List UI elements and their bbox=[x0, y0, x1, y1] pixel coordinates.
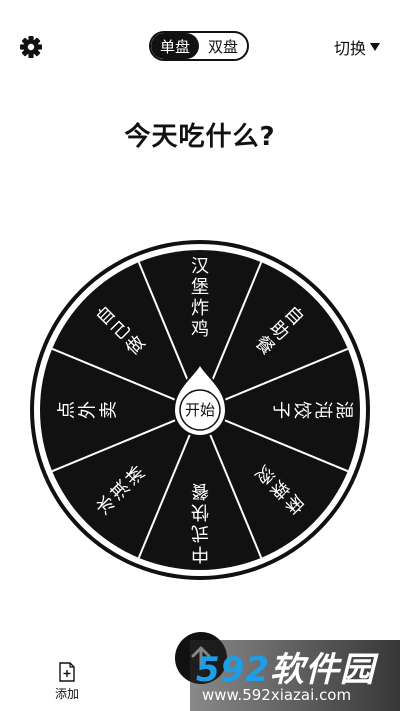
switch-dropdown[interactable]: 切换 bbox=[334, 35, 380, 59]
wheel-graphic: 汉堡炸鸡 自助餐混沌饺子麻辣烫中式快餐冰淇淋点外卖自己做开始 bbox=[30, 240, 370, 580]
add-label: 添加 bbox=[54, 687, 79, 701]
start-label: 开始 bbox=[185, 401, 215, 419]
caret-down-icon bbox=[370, 43, 380, 51]
svg-text:快: 快 bbox=[191, 501, 209, 522]
watermark: 592软件园 www.592xiazai.com bbox=[190, 640, 400, 711]
watermark-brand-number: 592 bbox=[196, 650, 270, 690]
slice-label: 点外卖 bbox=[57, 401, 120, 419]
svg-text:饺: 饺 bbox=[291, 401, 312, 419]
svg-text:外: 外 bbox=[78, 401, 99, 419]
svg-text:中: 中 bbox=[191, 543, 209, 564]
svg-text:鸡: 鸡 bbox=[191, 319, 209, 340]
add-file-icon bbox=[59, 662, 75, 682]
slice-label: 汉堡炸鸡 bbox=[191, 256, 209, 340]
tab-single-wheel[interactable]: 单盘 bbox=[151, 33, 199, 59]
tab-double-wheel[interactable]: 双盘 bbox=[199, 33, 247, 59]
switch-label: 切换 bbox=[333, 39, 366, 58]
watermark-url: www.592xiazai.com bbox=[202, 686, 352, 704]
watermark-brand-text: 软件园 bbox=[269, 650, 375, 690]
svg-text:卖: 卖 bbox=[99, 401, 120, 419]
svg-text:子: 子 bbox=[270, 401, 291, 419]
svg-text:餐: 餐 bbox=[191, 480, 209, 501]
svg-text:点: 点 bbox=[57, 401, 78, 419]
slice-label: 混沌饺子 bbox=[270, 401, 354, 419]
svg-text:混: 混 bbox=[333, 401, 354, 419]
top-bar: 单盘 双盘 切换 bbox=[0, 0, 400, 92]
svg-text:汉: 汉 bbox=[191, 256, 209, 277]
add-button[interactable]: 添加 bbox=[50, 662, 84, 702]
svg-text:炸: 炸 bbox=[191, 298, 209, 319]
svg-text:沌: 沌 bbox=[312, 401, 333, 419]
svg-text:堡: 堡 bbox=[191, 277, 209, 298]
mode-toggle: 单盘 双盘 bbox=[149, 31, 249, 61]
svg-text:式: 式 bbox=[191, 522, 209, 543]
watermark-brand: 592软件园 bbox=[196, 642, 375, 691]
gear-icon[interactable] bbox=[18, 34, 44, 60]
slice-label: 中式快餐 bbox=[191, 480, 209, 564]
spin-wheel: 汉堡炸鸡自助餐混沌饺子麻辣烫中式快餐冰淇淋点外卖自己做开始 bbox=[25, 220, 375, 590]
page-title: 今天吃什么? bbox=[124, 122, 276, 152]
